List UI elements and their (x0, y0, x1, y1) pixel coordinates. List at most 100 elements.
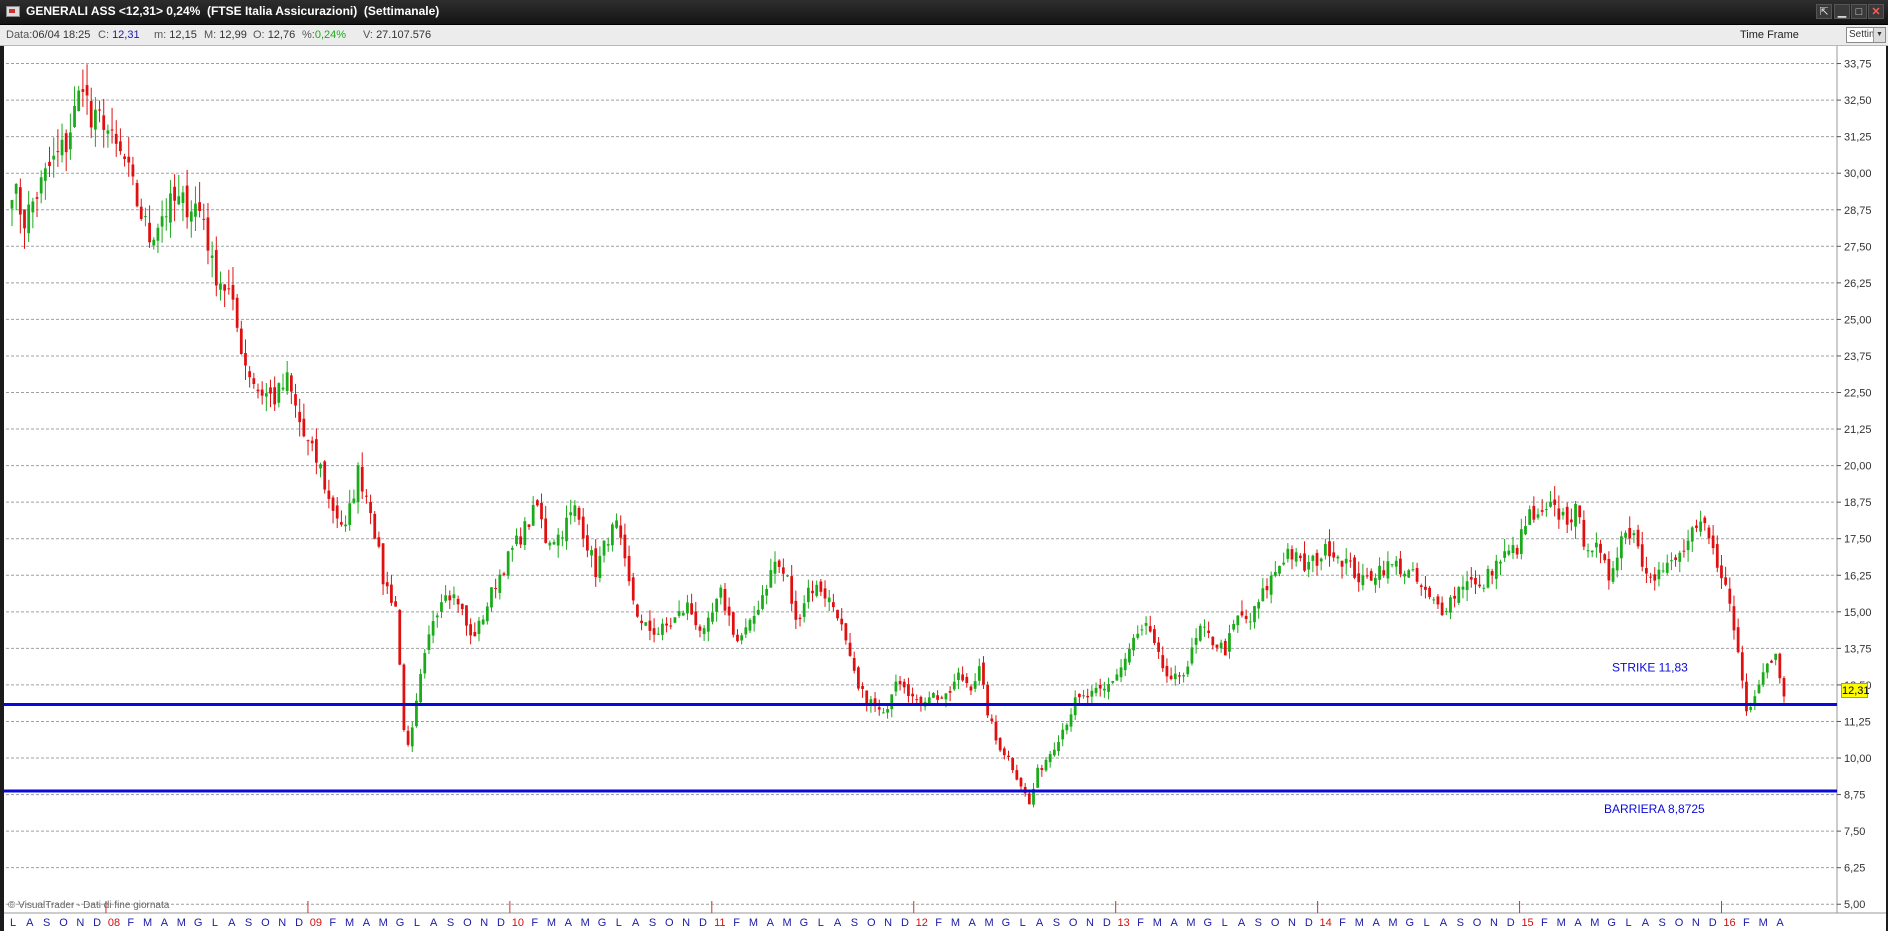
timeframe-select[interactable]: Settimanale ▼ (1846, 27, 1886, 43)
candle-body (523, 521, 527, 546)
candle-body (148, 222, 151, 243)
candle-body (969, 686, 973, 691)
candle (1098, 678, 1102, 697)
candle-body (765, 589, 769, 596)
candle (873, 692, 877, 712)
candle-body (1111, 681, 1115, 683)
candle-body (181, 192, 185, 204)
candle-body (982, 662, 985, 685)
candle-body (636, 604, 639, 617)
candle-body (936, 695, 939, 700)
candle-body (986, 684, 990, 716)
candle (1390, 563, 1394, 568)
candle-body (1044, 759, 1048, 771)
candle-body (669, 625, 673, 627)
candle (1286, 543, 1290, 563)
candle (89, 87, 93, 139)
month-tick-label: D (1305, 917, 1313, 929)
candle (239, 320, 243, 355)
candle-body (1670, 560, 1673, 562)
candle-body (731, 612, 735, 635)
close-button[interactable]: ✕ (1868, 4, 1884, 19)
candle-body (1486, 569, 1490, 588)
candle (977, 658, 981, 686)
candle-body (227, 288, 231, 290)
candle (1620, 531, 1623, 571)
candle-body (865, 690, 869, 705)
candle (202, 203, 206, 231)
tools-button[interactable]: ⇱ (1816, 4, 1832, 19)
candle-body (289, 375, 293, 392)
month-tick-label: A (1776, 917, 1784, 929)
candle-body (777, 560, 781, 567)
candle-body (369, 502, 372, 514)
candle (581, 508, 585, 548)
candle (185, 169, 189, 229)
candle (1182, 672, 1185, 683)
candle (831, 593, 835, 612)
candle (18, 178, 22, 234)
candle-body (465, 605, 468, 626)
candle-body (602, 540, 606, 556)
candle (765, 584, 769, 605)
month-tick-label: A (1440, 917, 1448, 929)
candle-body (1336, 556, 1340, 559)
candle-body (27, 204, 31, 234)
candle-body (1624, 532, 1627, 538)
candle-body (1248, 621, 1252, 623)
candle-body (1107, 683, 1110, 692)
month-tick-label: O (1473, 917, 1482, 929)
minimize-button[interactable]: ▁ (1834, 4, 1850, 19)
candle-body (1678, 552, 1682, 562)
candle (777, 559, 781, 573)
candle (973, 673, 977, 693)
candle (1036, 764, 1040, 789)
candle-body (1544, 509, 1548, 511)
candle (1778, 652, 1782, 684)
candle-body (264, 393, 268, 397)
candle-body (857, 667, 860, 689)
candle (1278, 565, 1281, 577)
month-tick-label: N (480, 917, 488, 929)
candle (1273, 561, 1277, 578)
candle (1565, 502, 1569, 534)
month-tick-label: D (1709, 917, 1717, 929)
candle-body (1599, 543, 1602, 553)
candle (60, 123, 64, 163)
chart-area[interactable]: 5,006,257,508,7510,0011,2512,5013,7515,0… (4, 46, 1886, 931)
candle-body (1194, 638, 1198, 645)
candle-body (365, 495, 368, 497)
candle (219, 271, 222, 301)
month-tick-label: O (867, 917, 876, 929)
candle-body (694, 611, 698, 626)
candle-body (198, 202, 202, 211)
candle (281, 373, 285, 392)
candle (1132, 634, 1135, 657)
candle-body (798, 617, 802, 620)
maximize-button[interactable]: □ (1851, 4, 1867, 19)
candle-body (1386, 561, 1390, 579)
candle (1519, 518, 1523, 560)
price-chart[interactable]: 5,006,257,508,7510,0011,2512,5013,7515,0… (4, 46, 1886, 931)
candle (444, 585, 447, 603)
candle-body (656, 633, 660, 635)
candle (1311, 554, 1315, 573)
candle-body (398, 609, 402, 665)
candle-body (48, 161, 51, 167)
candle-body (473, 631, 477, 637)
candle-body (1720, 565, 1723, 579)
candle-body (811, 590, 814, 594)
candle (665, 617, 668, 633)
candle-body (886, 709, 889, 713)
candle-body (1244, 615, 1248, 620)
candle (423, 648, 427, 679)
candle (1753, 690, 1757, 710)
candle (1136, 625, 1140, 640)
candle (1361, 563, 1365, 591)
candle-body (794, 600, 798, 620)
candle (1111, 680, 1115, 684)
candle (673, 617, 677, 624)
candle (1549, 491, 1552, 508)
candle (815, 580, 819, 598)
month-tick-label: M (547, 917, 556, 929)
